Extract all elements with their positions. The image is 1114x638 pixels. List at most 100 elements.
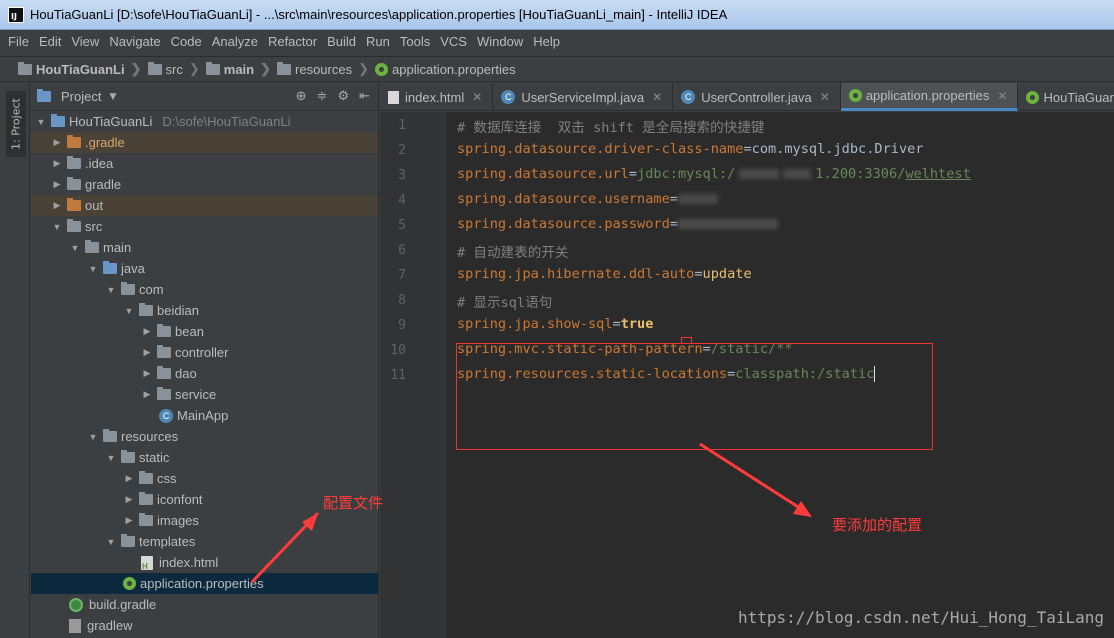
tree-item-java[interactable]: ▼ java — [31, 258, 378, 279]
tree-item-css[interactable]: ▶ css — [31, 468, 378, 489]
menu-analyze[interactable]: Analyze — [212, 34, 258, 49]
tree-item-dao[interactable]: ▶ dao — [31, 363, 378, 384]
chevron-right-icon: ❯ — [130, 61, 142, 76]
folder-icon — [67, 177, 81, 190]
tree-item-label: beidian — [157, 303, 199, 318]
folder-icon — [67, 156, 81, 169]
html-file-icon — [388, 90, 399, 104]
collapsed-arrow-icon[interactable]: ▶ — [51, 200, 63, 211]
tree-item-bean[interactable]: ▶ bean — [31, 321, 378, 342]
tree-item-mainapp[interactable]: C MainApp — [31, 405, 378, 426]
collapsed-arrow-icon[interactable]: ▶ — [141, 389, 153, 400]
tree-item-out[interactable]: ▶ out — [31, 195, 378, 216]
tree-item-gradle[interactable]: ▶ gradle — [31, 174, 378, 195]
tree-item-idea[interactable]: ▶ .idea — [31, 153, 378, 174]
collapse-icon[interactable]: ≑ — [317, 89, 328, 104]
collapsed-arrow-icon[interactable]: ▶ — [51, 137, 63, 148]
menu-run[interactable]: Run — [366, 34, 390, 49]
expanded-arrow-icon[interactable]: ▼ — [105, 537, 117, 547]
tree-item-project-root[interactable]: ▼ HouTiaGuanLi D:\sofe\HouTiaGuanLi — [31, 111, 378, 132]
menu-build[interactable]: Build — [327, 34, 356, 49]
menu-navigate[interactable]: Navigate — [109, 34, 160, 49]
tree-item-index-html[interactable]: index.html — [31, 552, 378, 573]
expanded-arrow-icon[interactable]: ▼ — [87, 432, 99, 442]
expanded-arrow-icon[interactable]: ▼ — [35, 117, 47, 127]
project-tool-tab[interactable]: 1: Project — [6, 91, 26, 157]
tree-item-gradlew[interactable]: gradlew — [31, 615, 378, 636]
collapsed-arrow-icon[interactable]: ▶ — [141, 368, 153, 379]
tree-item-service[interactable]: ▶ service — [31, 384, 378, 405]
tab-application-properties[interactable]: application.properties ✕ — [840, 83, 1019, 111]
expanded-arrow-icon[interactable]: ▼ — [105, 285, 117, 295]
project-panel-header: Project ▼ ⊕ ≑ ⚙ ⇤ — [31, 83, 378, 111]
folder-icon — [18, 61, 32, 75]
menu-tools[interactable]: Tools — [400, 34, 430, 49]
hide-icon[interactable]: ⇤ — [359, 89, 370, 104]
menu-edit[interactable]: Edit — [39, 34, 61, 49]
tree-item-label: HouTiaGuanLi — [69, 114, 153, 129]
spring-class-icon: C — [159, 408, 173, 423]
tab-userserviceimpl[interactable]: C UserServiceImpl.java ✕ — [493, 83, 674, 111]
collapsed-arrow-icon[interactable]: ▶ — [123, 494, 135, 505]
breadcrumb-src[interactable]: src ❯ — [147, 61, 206, 77]
menu-refactor[interactable]: Refactor — [268, 34, 317, 49]
close-icon[interactable]: ✕ — [997, 89, 1007, 103]
tab-index-html[interactable]: index.html ✕ — [380, 83, 494, 111]
tree-item-controller[interactable]: ▶ controller — [31, 342, 378, 363]
collapsed-arrow-icon[interactable]: ▶ — [51, 179, 63, 190]
tree-item-build-gradle[interactable]: build.gradle — [31, 594, 378, 615]
expanded-arrow-icon[interactable]: ▼ — [51, 222, 63, 232]
tree-item-beidian[interactable]: ▼ beidian — [31, 300, 378, 321]
breadcrumb-resources[interactable]: resources ❯ — [277, 61, 375, 77]
close-icon[interactable]: ✕ — [652, 90, 662, 104]
tree-item-main[interactable]: ▼ main — [31, 237, 378, 258]
expanded-arrow-icon[interactable]: ▼ — [105, 453, 117, 463]
tree-item-com[interactable]: ▼ com — [31, 279, 378, 300]
close-icon[interactable]: ✕ — [820, 90, 830, 104]
expanded-arrow-icon[interactable]: ▼ — [87, 264, 99, 274]
tree-item-label: MainApp — [177, 408, 229, 423]
folder-icon — [67, 219, 81, 232]
tab-houtiaguanli[interactable]: HouTiaGuanLi — [1018, 83, 1114, 111]
tree-item-static[interactable]: ▼ static — [31, 447, 378, 468]
collapsed-arrow-icon[interactable]: ▶ — [123, 515, 135, 526]
editor-tabs: index.html ✕ C UserServiceImpl.java ✕ C User… — [380, 83, 1114, 111]
tree-item-application-properties[interactable]: application.properties — [31, 573, 378, 594]
menu-window[interactable]: Window — [477, 34, 523, 49]
project-panel-tools: ⊕ ≑ ⚙ ⇤ — [296, 89, 370, 104]
project-view-selector[interactable]: Project — [61, 89, 101, 104]
breadcrumb-file[interactable]: application.properties — [375, 62, 516, 77]
locate-icon[interactable]: ⊕ — [296, 89, 307, 104]
expanded-arrow-icon[interactable]: ▼ — [69, 243, 81, 253]
breadcrumb-main[interactable]: main ❯ — [205, 61, 277, 77]
tree-item-templates[interactable]: ▼ templates — [31, 531, 378, 552]
collapsed-arrow-icon[interactable]: ▶ — [141, 347, 153, 358]
tab-usercontroller[interactable]: C UserController.java ✕ — [673, 83, 841, 111]
menu-view[interactable]: View — [71, 34, 99, 49]
collapsed-arrow-icon[interactable]: ▶ — [141, 326, 153, 337]
menu-code[interactable]: Code — [171, 34, 202, 49]
line-gutter: 1 2 3 4 5 6 7 8 9 10 11 — [380, 112, 446, 638]
breadcrumb-project[interactable]: HouTiaGuanLi ❯ — [18, 61, 148, 77]
menu-help[interactable]: Help — [533, 34, 560, 49]
equals-sign: = — [743, 141, 752, 157]
tree-item-gradle-dir[interactable]: ▶ .gradle — [31, 132, 378, 153]
line-number: 4 — [398, 193, 406, 208]
close-icon[interactable]: ✕ — [472, 90, 482, 104]
tree-item-images[interactable]: ▶ images — [31, 510, 378, 531]
expanded-arrow-icon[interactable]: ▼ — [123, 306, 135, 316]
menu-file[interactable]: File — [8, 34, 29, 49]
redacted-text — [677, 194, 718, 204]
module-folder-icon — [51, 114, 65, 127]
tree-item-src[interactable]: ▼ src — [31, 216, 378, 237]
line-number: 2 — [398, 143, 406, 158]
collapsed-arrow-icon[interactable]: ▶ — [51, 158, 63, 169]
collapsed-arrow-icon[interactable]: ▶ — [123, 473, 135, 484]
chevron-down-icon[interactable]: ▼ — [109, 92, 116, 102]
menu-vcs[interactable]: VCS — [440, 34, 467, 49]
gear-icon[interactable]: ⚙ — [337, 89, 349, 104]
tab-label: index.html — [405, 89, 465, 105]
code-line-7: spring.jpa.hibernate.ddl-auto=update — [457, 266, 752, 282]
tree-item-path: D:\sofe\HouTiaGuanLi — [162, 114, 291, 129]
tree-item-resources[interactable]: ▼ resources — [31, 426, 378, 447]
